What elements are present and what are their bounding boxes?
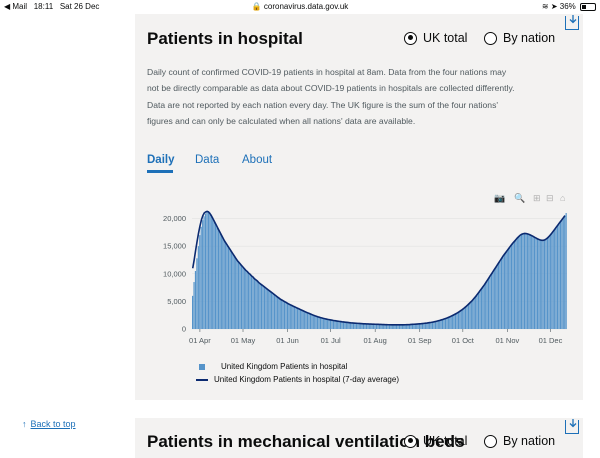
url-text: coronavirus.data.gov.uk [263, 2, 349, 11]
legend-bar-swatch [199, 363, 205, 370]
radio-label: UK total [423, 31, 468, 45]
status-right: ≋ ➤ 36% [542, 2, 596, 11]
battery-icon [580, 2, 596, 11]
lock-icon: 🔒 [251, 2, 262, 11]
battery-percent: 36% [559, 2, 576, 11]
section-title: Patients in hospital [147, 29, 303, 48]
active-tab-indicator [147, 170, 173, 173]
legend-line-swatch [196, 378, 208, 381]
arrow-up-icon: ↑ [22, 419, 27, 429]
radio-unselected-icon [484, 31, 497, 45]
radio-by-nation[interactable]: By nation [484, 31, 555, 45]
radio-label: By nation [503, 434, 556, 448]
status-bar: ◀ Mail 18:11 Sat 26 Dec 🔒 coronavirus.da… [0, 0, 600, 14]
zoom-out-icon[interactable]: ⊟ [546, 193, 554, 204]
location-icon: ➤ [550, 2, 558, 11]
radio-label: UK total [423, 434, 468, 448]
home-icon[interactable]: ⌂ [560, 193, 565, 203]
tab-about[interactable]: About [242, 154, 272, 166]
radio-selected-icon [404, 31, 417, 45]
radio-selected-icon [404, 434, 417, 448]
back-to-top-label: Back to top [30, 419, 76, 429]
tab-daily[interactable]: Daily [147, 154, 175, 166]
legend-item-line[interactable]: United Kingdom Patients in hospital (7-d… [196, 375, 399, 384]
legend-label: United Kingdom Patients in hospital (7-d… [214, 375, 399, 384]
wifi-icon: ≋ [541, 2, 549, 11]
radio-label: By nation [503, 31, 556, 45]
url-bar[interactable]: 🔒 coronavirus.data.gov.uk [0, 2, 600, 11]
radio-unselected-icon [484, 434, 497, 448]
section-description: Daily count of confirmed COVID-19 patien… [147, 67, 515, 127]
radio-uk-total-ventilation[interactable]: UK total [404, 434, 467, 448]
zoom-in-icon[interactable]: ⊞ [533, 193, 541, 204]
legend-item-bars[interactable]: United Kingdom Patients in hospital [199, 362, 347, 371]
camera-icon[interactable]: 📷 [494, 193, 505, 204]
tab-data[interactable]: Data [195, 154, 219, 166]
download-button-ventilation[interactable] [565, 419, 579, 434]
radio-uk-total[interactable]: UK total [404, 31, 467, 45]
zoom-icon[interactable]: 🔍 [514, 193, 525, 204]
radio-by-nation-ventilation[interactable]: By nation [484, 434, 555, 448]
legend-label: United Kingdom Patients in hospital [221, 362, 348, 371]
back-to-top-link[interactable]: ↑ Back to top [22, 419, 76, 429]
download-button[interactable] [565, 15, 579, 30]
